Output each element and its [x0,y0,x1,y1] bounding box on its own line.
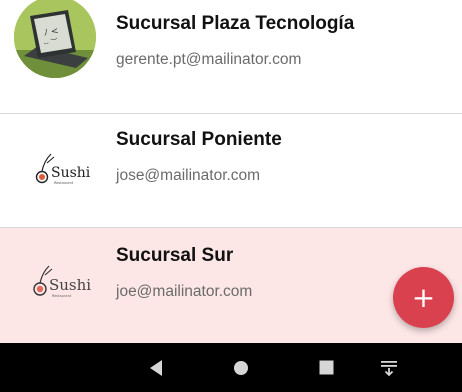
recents-button[interactable] [306,343,346,392]
sushi-logo-subtext: Restaurant [54,181,74,185]
home-button[interactable] [221,343,261,392]
back-button[interactable] [136,343,176,392]
recents-icon [319,360,333,375]
laptop-photo-icon: ﾉ < -- ︶ [14,0,96,78]
branch-list-item[interactable]: ﾉ < -- ︶ Sucursal Plaza Tecnología geren… [0,0,462,114]
branch-name: Sucursal Poniente [116,129,282,150]
sushi-logo-icon: Sushi Restaurant [14,243,96,325]
branch-email: jose@mailinator.com [116,167,261,184]
back-icon [150,359,162,376]
notification-drawer-icon [381,360,397,376]
system-navigation-bar [0,343,462,392]
branch-name: Sucursal Sur [116,245,234,266]
branch-name: Sucursal Plaza Tecnología [116,13,355,34]
branch-list-item[interactable]: Sushi Restaurant Sucursal Poniente jose@… [0,114,462,228]
branch-list-item-selected[interactable]: Sushi Restaurant Sucursal Sur joe@mailin… [0,228,462,343]
sushi-logo-icon: Sushi Restaurant [14,130,96,212]
branch-email: joe@mailinator.com [116,283,253,300]
branch-email: gerente.pt@mailinator.com [116,51,302,68]
plus-icon: + [411,280,436,314]
home-icon [234,360,248,375]
notification-drawer-button[interactable] [369,343,409,392]
sushi-logo-text: Sushi [51,165,91,181]
sushi-logo-subtext: Restaurant [52,294,72,298]
sushi-logo-text: Sushi [49,276,91,294]
add-branch-button[interactable]: + [393,267,454,328]
